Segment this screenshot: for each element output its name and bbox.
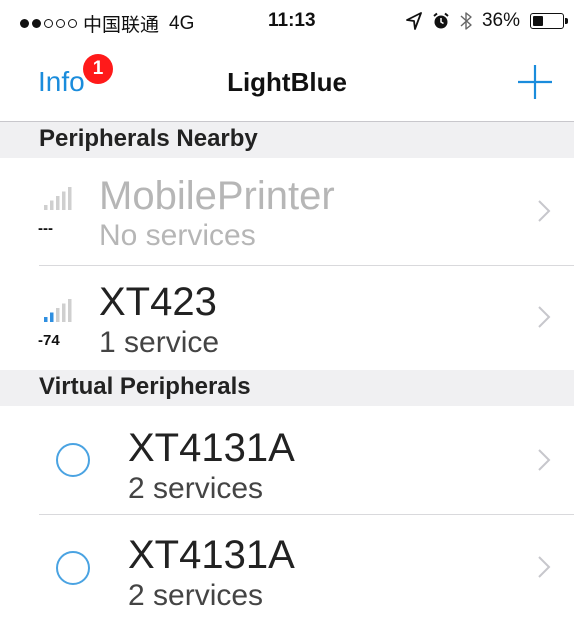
- chevron-right-icon: [538, 200, 551, 222]
- signal-bar: [50, 312, 54, 322]
- circle-icon[interactable]: [56, 551, 90, 585]
- chevron-right-icon: [538, 556, 551, 578]
- status-left: 中国联通 4G: [20, 10, 194, 37]
- chevron-right-icon: [538, 449, 551, 471]
- section-title: Virtual Peripherals: [39, 373, 251, 400]
- peripheral-name: XT4131A: [128, 533, 295, 577]
- peripheral-name: XT423: [99, 280, 217, 324]
- circle-icon[interactable]: [56, 443, 90, 477]
- signal-bar: [44, 317, 48, 322]
- signal-dots-icon: [20, 19, 77, 28]
- list-item-xt423[interactable]: -74 XT423 1 service: [0, 266, 574, 370]
- peripheral-name: MobilePrinter: [99, 174, 335, 218]
- peripheral-services: No services: [99, 219, 256, 252]
- section-header-virtual-peripherals: Virtual Peripherals: [0, 370, 574, 406]
- navigation-bar: Info 1 LightBlue: [0, 44, 574, 122]
- bluetooth-icon: [460, 12, 472, 30]
- location-arrow-icon: [406, 12, 422, 30]
- peripheral-services: 1 service: [99, 326, 220, 359]
- list-item-mobileprinter[interactable]: --- MobilePrinter No services: [0, 158, 574, 265]
- signal-bar: [44, 205, 48, 210]
- signal-bar: [68, 187, 72, 210]
- list-item-virtual-peripheral[interactable]: XT4131A 2 services: [0, 406, 574, 514]
- status-time: 11:13: [268, 10, 316, 31]
- carrier-label: 中国联通: [83, 15, 160, 36]
- plus-icon[interactable]: [515, 62, 555, 102]
- network-type: 4G: [169, 12, 195, 34]
- signal-strength-icon: [44, 187, 72, 210]
- section-header-peripherals-nearby: Peripherals Nearby: [0, 122, 574, 158]
- list-item-virtual-peripheral[interactable]: XT4131A 2 services: [0, 515, 574, 619]
- battery-percent: 36%: [481, 10, 520, 31]
- rssi-value: -74: [38, 332, 60, 349]
- rssi-value: ---: [38, 220, 53, 237]
- signal-bar: [56, 308, 60, 322]
- signal-bar: [50, 200, 54, 210]
- signal-bar: [68, 299, 72, 322]
- page-title: LightBlue: [227, 67, 347, 97]
- signal-bar: [62, 191, 66, 210]
- signal-bar: [56, 196, 60, 210]
- alarm-clock-icon: [433, 12, 449, 29]
- signal-strength-icon: [44, 299, 72, 322]
- chevron-right-icon: [538, 306, 551, 328]
- signal-bar: [62, 303, 66, 322]
- section-title: Peripherals Nearby: [39, 125, 258, 152]
- battery-icon: [530, 13, 568, 29]
- peripheral-name: XT4131A: [128, 426, 295, 470]
- status-bar: 中国联通 4G 11:13 36%: [0, 0, 574, 44]
- status-right: 36%: [406, 10, 568, 32]
- peripheral-services: 2 services: [128, 472, 264, 505]
- peripheral-services: 2 services: [128, 579, 264, 612]
